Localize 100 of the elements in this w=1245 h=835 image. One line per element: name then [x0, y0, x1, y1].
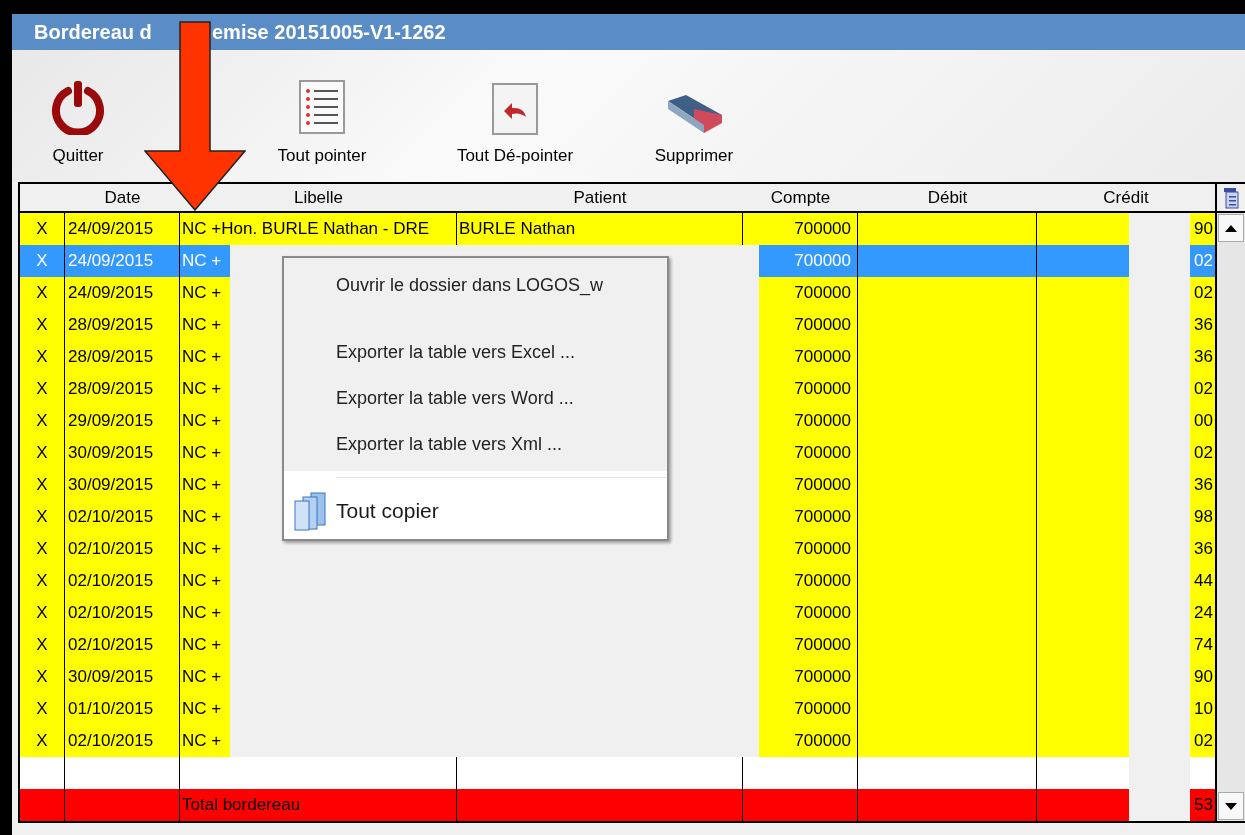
table-cell[interactable]: X [20, 565, 65, 597]
table-cell: BURLE Nathan [457, 213, 743, 245]
scrollbar[interactable] [1217, 213, 1245, 821]
table-cell: 02 [1190, 245, 1215, 277]
table-cell: 700000 [759, 501, 858, 533]
column-header[interactable]: Crédit [1103, 184, 1149, 211]
table-cell: 90 [1190, 661, 1215, 693]
table-cell: 36 [1190, 533, 1215, 565]
window-title: Bordereau d [34, 20, 153, 45]
table-cell: 24/09/2015 [65, 213, 180, 245]
table-cell: NC + [180, 277, 230, 309]
table-cell[interactable]: X [20, 277, 65, 309]
table-cell: NC +Hon. BURLE Nathan - DRE [180, 213, 457, 245]
table-cell: 30/09/2015 [65, 469, 180, 501]
table-cell[interactable]: X [20, 437, 65, 469]
table-cell: 02/10/2015 [65, 629, 180, 661]
power-icon [50, 78, 106, 135]
table-cell: 02/10/2015 [65, 597, 180, 629]
table-cell: Total bordereau [180, 789, 457, 821]
table-cell[interactable]: X [20, 309, 65, 341]
table-cell[interactable]: X [20, 501, 65, 533]
table-cell: NC + [180, 725, 230, 757]
down-arrow-icon [1225, 802, 1237, 810]
table-cell: 700000 [759, 597, 858, 629]
table-cell[interactable]: X [20, 661, 65, 693]
toolbar-button[interactable]: Supprimer [639, 76, 749, 168]
table-cell: 28/09/2015 [65, 309, 180, 341]
table-cell: 700000 [759, 693, 858, 725]
table-cell: NC + [180, 373, 230, 405]
table-cell: 36 [1190, 469, 1215, 501]
table-cell: 00 [1190, 405, 1215, 437]
table-cell: 36 [1190, 341, 1215, 373]
undo-icon [492, 82, 538, 135]
table-cell: 24/09/2015 [65, 245, 180, 277]
table-cell: 28/09/2015 [65, 373, 180, 405]
table-cell: 74 [1190, 629, 1215, 661]
table-cell: 28/09/2015 [65, 341, 180, 373]
table-cell: 02/10/2015 [65, 501, 180, 533]
toolbar-button[interactable]: Quitter [28, 76, 128, 168]
menu-item[interactable]: Exporter la table vers Xml ... [284, 421, 667, 467]
table-cell: 700000 [759, 245, 858, 277]
column-chooser-icon[interactable] [1223, 186, 1239, 209]
menu-item[interactable]: Tout copier [284, 483, 667, 539]
table-cell: 30/09/2015 [65, 661, 180, 693]
column-header[interactable]: Compte [770, 184, 831, 211]
table-cell[interactable]: X [20, 469, 65, 501]
table-cell[interactable]: X [20, 725, 65, 757]
scroll-down-button[interactable] [1218, 792, 1244, 820]
table-cell: NC + [180, 469, 230, 501]
table-cell: 700000 [759, 469, 858, 501]
table-cell[interactable]: X [20, 373, 65, 405]
table-cell: NC + [180, 341, 230, 373]
table-cell: 700000 [743, 213, 858, 245]
table-cell[interactable]: X [20, 405, 65, 437]
table-cell: 01/10/2015 [65, 693, 180, 725]
table-cell: 02 [1190, 437, 1215, 469]
column-header[interactable]: Libelle [293, 184, 344, 211]
up-arrow-icon [1225, 224, 1237, 232]
table-cell: 90 [1190, 213, 1215, 245]
list-icon [298, 78, 346, 135]
menu-item[interactable]: Ouvrir le dossier dans LOGOS_w [284, 262, 667, 308]
table-cell: 700000 [759, 373, 858, 405]
table-cell: 700000 [759, 341, 858, 373]
table-cell: 700000 [759, 725, 858, 757]
table-cell: NC + [180, 533, 230, 565]
table-cell: 24/09/2015 [65, 277, 180, 309]
table-cell: 36 [1190, 309, 1215, 341]
table-cell: 700000 [759, 277, 858, 309]
table-cell: 44 [1190, 565, 1215, 597]
table-cell: NC + [180, 437, 230, 469]
window-title: emise 20151005-V1-1262 [212, 20, 446, 45]
table-cell[interactable]: X [20, 597, 65, 629]
toolbar-button[interactable]: Tout pointer [262, 76, 382, 168]
column-header[interactable]: Débit [927, 184, 968, 211]
table-cell: NC + [180, 565, 230, 597]
column-header[interactable]: Patient [573, 184, 627, 211]
scroll-up-button[interactable] [1218, 214, 1244, 242]
toolbar-button[interactable]: Tout Dé-pointer [440, 76, 590, 168]
table-cell: 02 [1190, 277, 1215, 309]
column-header[interactable]: Date [104, 184, 141, 211]
menu-item[interactable]: Exporter la table vers Excel ... [284, 329, 667, 375]
table-cell: 30/09/2015 [65, 437, 180, 469]
table-cell: NC + [180, 661, 230, 693]
table-cell [1190, 757, 1215, 789]
table-cell[interactable]: X [20, 213, 65, 245]
table-cell: 10 [1190, 693, 1215, 725]
table-cell[interactable]: X [20, 533, 65, 565]
table-cell: 02 [1190, 725, 1215, 757]
table-cell: 02 [1190, 373, 1215, 405]
table-cell: 700000 [759, 565, 858, 597]
table-cell: 700000 [759, 661, 858, 693]
table-cell[interactable]: X [20, 629, 65, 661]
table-cell[interactable]: X [20, 693, 65, 725]
menu-item[interactable]: Exporter la table vers Word ... [284, 375, 667, 421]
table-cell: NC + [180, 629, 230, 661]
table-cell: NC + [180, 501, 230, 533]
table-cell: NC + [180, 693, 230, 725]
table-cell[interactable]: X [20, 341, 65, 373]
table-cell: 02/10/2015 [65, 533, 180, 565]
table-cell: 53 [1190, 789, 1215, 821]
